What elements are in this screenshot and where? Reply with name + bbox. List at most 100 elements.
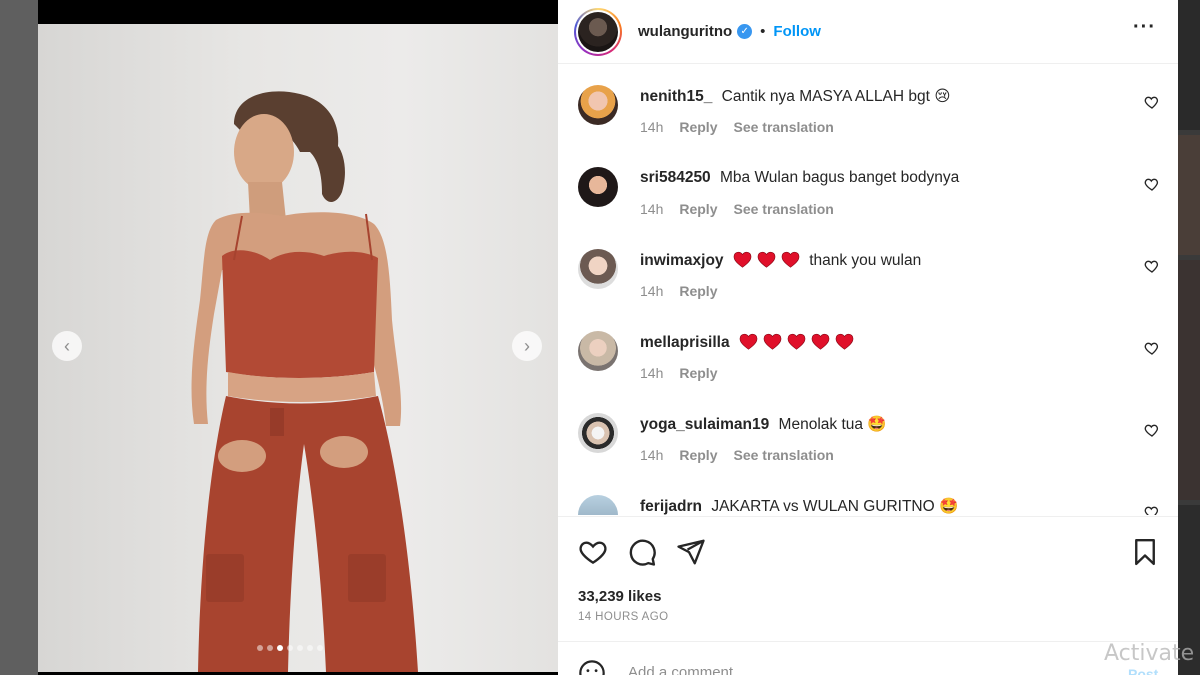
- comment-emoji: 😢: [934, 88, 951, 105]
- red-heart-emoji-icon: [733, 251, 752, 268]
- reply-button[interactable]: Reply: [679, 201, 717, 217]
- comment-text: inwimaxjoy thank you wulan: [640, 251, 921, 270]
- heart-emojis: [739, 333, 859, 351]
- comment-item: nenith15_ Cantik nya MASYA ALLAH bgt 😢 1…: [558, 65, 1178, 147]
- commenter-avatar[interactable]: [578, 249, 618, 289]
- comment-like-heart-icon[interactable]: [1144, 504, 1160, 515]
- comments-list: nenith15_ Cantik nya MASYA ALLAH bgt 😢 1…: [558, 65, 1178, 515]
- comment-text: ferijadrn JAKARTA vs WULAN GURITNO 🤩: [640, 497, 958, 515]
- commenter-avatar[interactable]: [578, 331, 618, 371]
- carousel-dot: [297, 645, 303, 651]
- commenter-username[interactable]: ferijadrn: [640, 498, 702, 515]
- commenter-username[interactable]: inwimaxjoy: [640, 252, 724, 269]
- comment-meta: 14h Reply See translation: [640, 119, 834, 135]
- emoji-icon[interactable]: [578, 659, 606, 675]
- comment-item: sri584250 Mba Wulan bagus banget bodynya…: [558, 147, 1178, 229]
- comment-time: 14h: [640, 119, 664, 135]
- carousel-dot: [317, 645, 323, 651]
- commenter-username[interactable]: mellaprisilla: [640, 334, 730, 351]
- see-translation-button[interactable]: See translation: [733, 119, 833, 135]
- likes-count[interactable]: 33,239 likes: [578, 588, 661, 605]
- reply-button[interactable]: Reply: [679, 447, 717, 463]
- like-heart-icon[interactable]: [578, 537, 608, 567]
- comment-icon[interactable]: [627, 537, 657, 567]
- carousel-dot: [277, 645, 283, 651]
- comment-like-heart-icon[interactable]: [1144, 422, 1160, 438]
- comment-meta: 14h Reply: [640, 365, 717, 381]
- reply-button[interactable]: Reply: [679, 283, 717, 299]
- carousel-dot: [287, 645, 293, 651]
- commenter-avatar[interactable]: [578, 495, 618, 515]
- author-username[interactable]: wulanguritno: [638, 23, 732, 40]
- comment-meta: 14h Reply See translation: [640, 201, 834, 217]
- post-comment-button[interactable]: Post: [1128, 666, 1158, 675]
- red-heart-emoji-icon: [763, 333, 782, 350]
- commenter-avatar[interactable]: [578, 167, 618, 207]
- red-heart-emoji-icon: [757, 251, 776, 268]
- heart-emojis: [733, 251, 805, 269]
- comment-time: 14h: [640, 365, 664, 381]
- comment-body: Mba Wulan bagus banget bodynya: [720, 169, 960, 186]
- bookmark-icon[interactable]: [1130, 537, 1160, 567]
- comment-item: inwimaxjoy thank you wulan 14h Reply: [558, 229, 1178, 311]
- red-heart-emoji-icon: [739, 333, 758, 350]
- chevron-right-icon: ›: [524, 335, 530, 356]
- follow-button[interactable]: Follow: [773, 23, 821, 40]
- red-heart-emoji-icon: [787, 333, 806, 350]
- author-avatar[interactable]: [574, 7, 622, 56]
- post-media: ‹ ›: [38, 0, 558, 675]
- comment-emoji: 🤩: [938, 498, 959, 515]
- reply-button[interactable]: Reply: [679, 365, 717, 381]
- commenter-avatar[interactable]: [578, 85, 618, 125]
- next-photo-button[interactable]: ›: [512, 331, 542, 361]
- red-heart-emoji-icon: [811, 333, 830, 350]
- post-actions: 33,239 likes 14 HOURS AGO: [558, 516, 1178, 641]
- comment-meta: 14h Reply: [640, 283, 717, 299]
- comment-text: sri584250 Mba Wulan bagus banget bodynya: [640, 169, 959, 187]
- post-photo: [38, 24, 558, 672]
- photo-illustration: [191, 91, 418, 672]
- header-separator: •: [760, 23, 766, 40]
- comment-item: mellaprisilla 14h Reply: [558, 311, 1178, 393]
- commenter-avatar[interactable]: [578, 413, 618, 453]
- comment-meta: 14h Reply See translation: [640, 447, 834, 463]
- red-heart-emoji-icon: [781, 251, 800, 268]
- comment-like-heart-icon[interactable]: [1144, 258, 1160, 274]
- carousel-dot: [267, 645, 273, 651]
- activate-windows-watermark: Activate: [1104, 641, 1195, 666]
- comment-like-heart-icon[interactable]: [1144, 176, 1160, 192]
- post-timestamp[interactable]: 14 HOURS AGO: [578, 611, 668, 623]
- red-heart-emoji-icon: [835, 333, 854, 350]
- background-feed-strip: [1178, 0, 1200, 675]
- comment-body: JAKARTA vs WULAN GURITNO: [711, 498, 935, 515]
- verified-badge-icon: ✓: [737, 24, 753, 39]
- post-detail-panel: wulanguritno ✓ • Follow ··· nenith15_ Ca…: [558, 0, 1178, 675]
- comment-like-heart-icon[interactable]: [1144, 94, 1160, 110]
- comment-text: yoga_sulaiman19 Menolak tua 🤩: [640, 415, 887, 434]
- comment-like-heart-icon[interactable]: [1144, 340, 1160, 356]
- commenter-username[interactable]: nenith15_: [640, 88, 712, 105]
- comment-body: thank you wulan: [809, 252, 922, 269]
- carousel-indicator: [257, 645, 323, 651]
- chevron-left-icon: ‹: [64, 335, 70, 356]
- see-translation-button[interactable]: See translation: [733, 447, 833, 463]
- previous-photo-button[interactable]: ‹: [52, 331, 82, 361]
- share-icon[interactable]: [676, 537, 706, 567]
- comment-item: yoga_sulaiman19 Menolak tua 🤩 14h Reply …: [558, 393, 1178, 475]
- commenter-username[interactable]: yoga_sulaiman19: [640, 416, 769, 433]
- comment-time: 14h: [640, 283, 664, 299]
- comment-time: 14h: [640, 447, 664, 463]
- comment-emoji: 🤩: [867, 416, 887, 433]
- post-header: wulanguritno ✓ • Follow ···: [558, 0, 1178, 64]
- comment-input[interactable]: [628, 664, 1088, 675]
- reply-button[interactable]: Reply: [679, 119, 717, 135]
- carousel-dot: [307, 645, 313, 651]
- comment-text: nenith15_ Cantik nya MASYA ALLAH bgt 😢: [640, 87, 950, 106]
- add-comment-bar: Post: [558, 641, 1178, 675]
- comment-body: Menolak tua: [778, 416, 863, 433]
- see-translation-button[interactable]: See translation: [733, 201, 833, 217]
- comment-time: 14h: [640, 201, 664, 217]
- carousel-dot: [257, 645, 263, 651]
- commenter-username[interactable]: sri584250: [640, 169, 711, 186]
- more-options-icon[interactable]: ···: [1133, 17, 1156, 37]
